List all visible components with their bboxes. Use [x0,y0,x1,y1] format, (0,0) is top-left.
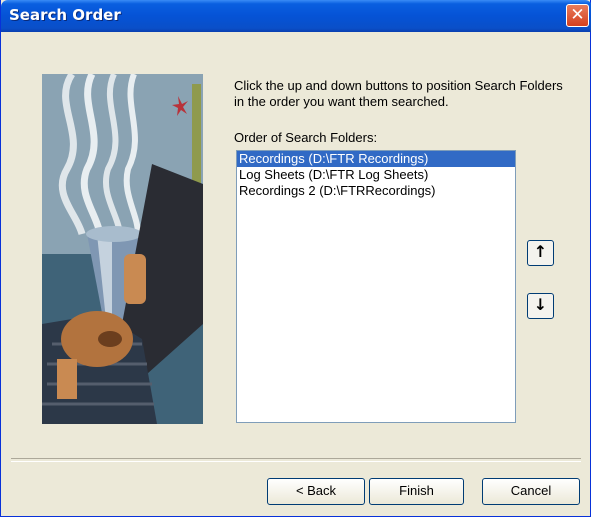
list-item[interactable]: Recordings 2 (D:\FTRRecordings) [237,183,515,199]
instructions-text: Click the up and down buttons to positio… [234,78,563,109]
back-button[interactable]: < Back [267,478,365,505]
arrow-down-icon: ↓ [533,295,548,314]
search-order-dialog: Search Order ✕ Click the up and down but… [0,0,591,517]
cancel-button[interactable]: Cancel [482,478,580,505]
list-item[interactable]: Log Sheets (D:\FTR Log Sheets) [237,167,515,183]
move-up-button[interactable]: ↑ [527,240,554,266]
window-title: Search Order [9,6,121,24]
finish-button[interactable]: Finish [369,478,464,505]
list-item[interactable]: Recordings (D:\FTR Recordings) [237,151,515,167]
separator [11,458,581,462]
move-down-button[interactable]: ↓ [527,293,554,319]
title-bar[interactable]: Search Order ✕ [1,0,591,32]
close-icon: ✕ [570,5,585,25]
close-button[interactable]: ✕ [566,4,589,27]
arrow-up-icon: ↑ [533,242,548,261]
wizard-illustration [42,74,203,424]
search-folders-list[interactable]: Recordings (D:\FTR Recordings) Log Sheet… [236,150,516,423]
list-label: Order of Search Folders: [234,130,378,145]
